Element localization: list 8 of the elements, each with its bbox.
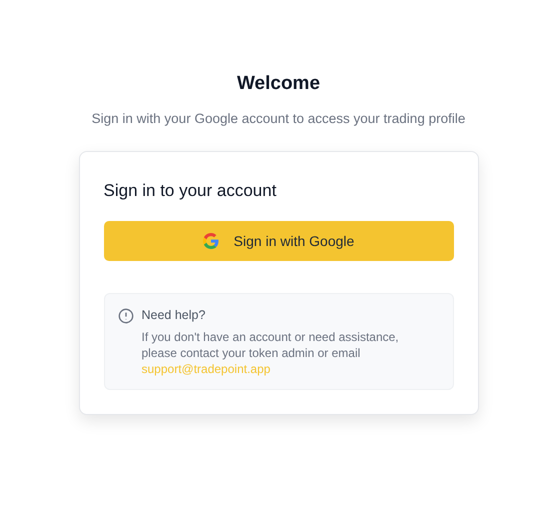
info-icon [118, 308, 134, 324]
google-sign-in-button[interactable]: Sign in with Google [104, 221, 454, 262]
page-subtitle: Sign in with your Google account to access your trading profile [92, 110, 466, 128]
page-title: Welcome [236, 72, 320, 96]
card-heading: Sign in to your account [104, 180, 278, 202]
google-g-icon [202, 233, 219, 250]
help-text: If you don't have an account or need assistance, please contact your token admin or email support@tradepoint.app [142, 329, 400, 377]
help-title: Need help? [142, 307, 206, 324]
